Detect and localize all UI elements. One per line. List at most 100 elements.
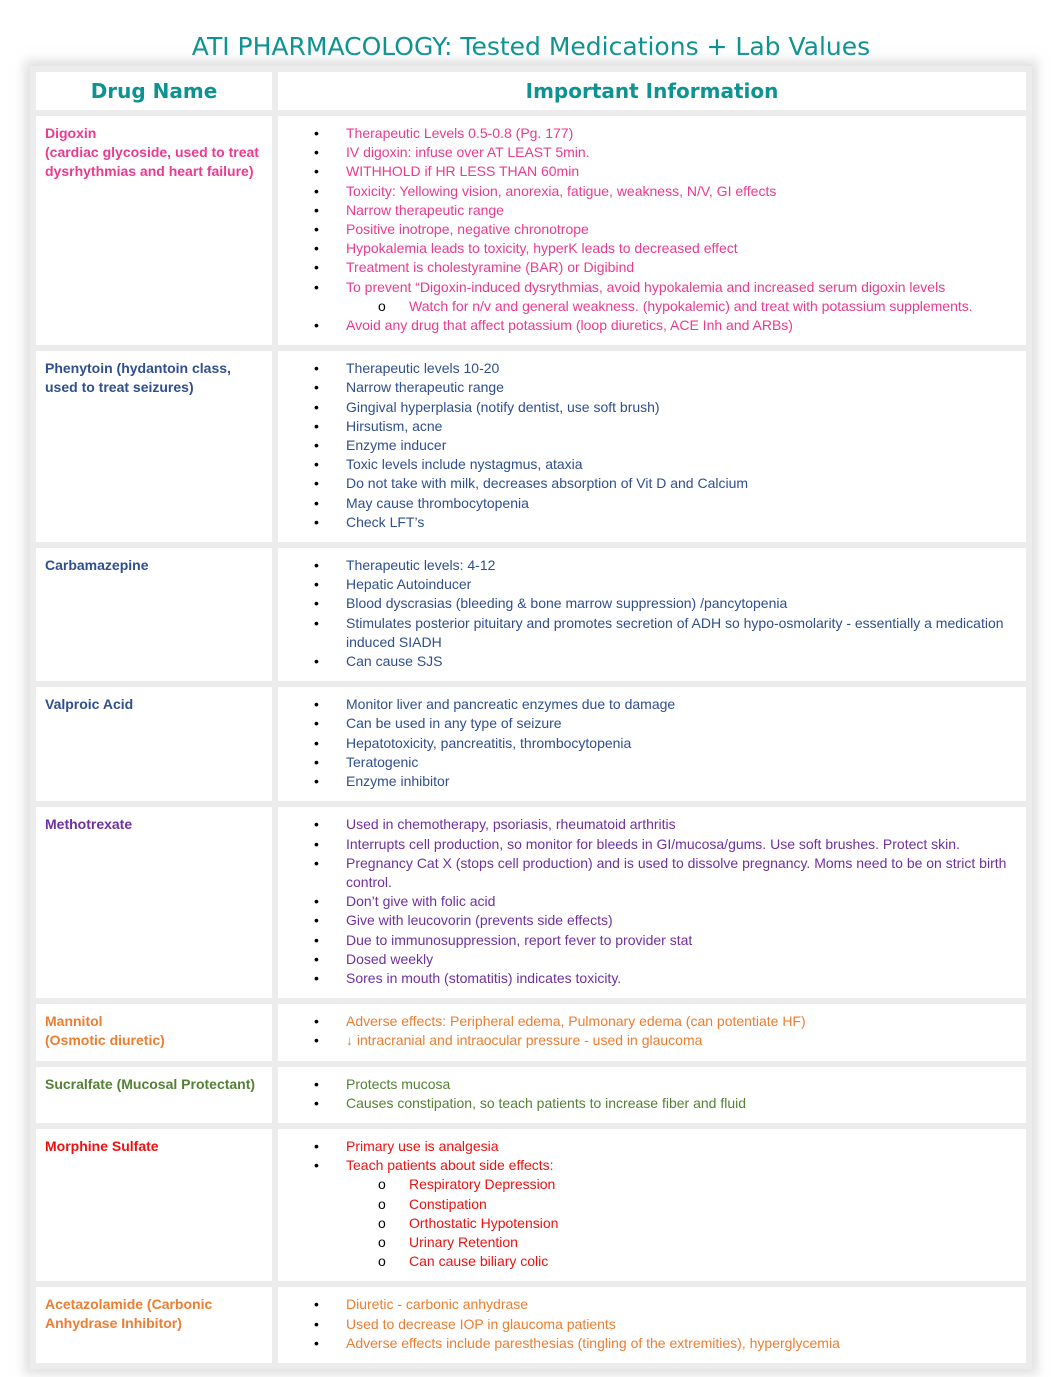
drug-name: Digoxin (45, 125, 97, 141)
drug-name: Sucralfate (Mucosal Protectant) (45, 1075, 256, 1092)
important-info-cell: Therapeutic levels 10-20Narrow therapeut… (272, 345, 1032, 549)
info-item: WITHHOLD if HR LESS THAN 60min (278, 162, 1018, 181)
info-item: Therapeutic levels: 4-12 (278, 556, 1018, 575)
info-item: Therapeutic Levels 0.5-0.8 (Pg. 177) (278, 124, 1018, 143)
info-subitem: Watch for n/v and general weakness. (hyp… (278, 297, 1018, 316)
drug-class: (cardiac glycoside, used to treat dysrhy… (45, 144, 259, 179)
info-list: Diuretic - carbonic anhydraseUsed to dec… (278, 1295, 1018, 1353)
info-item: Hirsutism, acne (278, 417, 1018, 436)
table-row-methotrexate: Methotrexate Used in chemotherapy, psoria… (30, 801, 1032, 1005)
info-item: ↓ intracranial and intraocular pressure … (278, 1031, 1018, 1050)
important-info-cell: Primary use is analgesiaTeach patients a… (272, 1122, 1032, 1288)
info-item: Hypokalemia leads to toxicity, hyperK le… (278, 239, 1018, 258)
drug-name-cell: Methotrexate (30, 801, 278, 1005)
info-subitem: Respiratory Depression (278, 1175, 1018, 1194)
info-item: Avoid any drug that affect potassium (lo… (278, 316, 1018, 335)
table-row-sucralfate: Sucralfate (Mucosal Protectant) Protects … (30, 1060, 1032, 1129)
info-subitem: Orthostatic Hypotension (278, 1214, 1018, 1233)
drug-name: Mannitol (45, 1013, 103, 1030)
drug-name: Morphine Sulfate (45, 1137, 159, 1154)
table-row-mannitol: Mannitol (Osmotic diuretic) Adverse effect… (30, 998, 1032, 1067)
info-item: IV digoxin: infuse over AT LEAST 5min. (278, 143, 1018, 162)
page-title: ATI PHARMACOLOGY: Tested Medications + L… (191, 32, 871, 61)
drug-name-cell: Mannitol (Osmotic diuretic) (30, 998, 278, 1067)
info-item: Blood dyscrasias (bleeding & bone marrow… (278, 594, 1018, 613)
drug-name: Valproic Acid (45, 696, 134, 713)
important-info-cell: Monitor liver and pancreatic enzymes due… (272, 681, 1032, 808)
info-item: Positive inotrope, negative chronotrope (278, 220, 1018, 239)
important-info-cell: Therapeutic levels: 4-12Hepatic Autoindu… (272, 542, 1032, 688)
info-item: Due to immunosuppression, report fever t… (278, 931, 1018, 950)
info-item: Pregnancy Cat X (stops cell production) … (278, 854, 1018, 892)
info-list: Adverse effects: Peripheral edema, Pulmo… (278, 1012, 1018, 1051)
table-body: Digoxin (cardiac glycoside, used to treat… (30, 109, 1032, 1369)
table-row-phenytoin: Phenytoin (hydantoin class, used to trea… (30, 345, 1032, 549)
info-item: Hepatic Autoinducer (278, 575, 1018, 594)
info-item: Used in chemotherapy, psoriasis, rheumat… (278, 815, 1018, 834)
info-item: Teach patients about side effects: (278, 1156, 1018, 1175)
info-list: Monitor liver and pancreatic enzymes due… (278, 695, 1018, 791)
drug-name-cell: Valproic Acid (30, 681, 278, 808)
info-item: Adverse effects include paresthesias (ti… (278, 1334, 1018, 1353)
important-info-cell: Adverse effects: Peripheral edema, Pulmo… (272, 998, 1032, 1067)
info-item: Enzyme inhibitor (278, 772, 1018, 791)
important-info-cell: Therapeutic Levels 0.5-0.8 (Pg. 177)IV d… (272, 109, 1032, 352)
info-item: Therapeutic levels 10-20 (278, 359, 1018, 378)
info-item: Do not take with milk, decreases absorpt… (278, 474, 1018, 493)
drug-name-cell: Sucralfate (Mucosal Protectant) (30, 1060, 278, 1129)
info-item: Check LFT’s (278, 513, 1018, 532)
drug-name: Methotrexate (45, 816, 133, 833)
table-row-digoxin: Digoxin (cardiac glycoside, used to treat… (30, 109, 1032, 352)
info-item: Toxic levels include nystagmus, ataxia (278, 455, 1018, 474)
info-item: Primary use is analgesia (278, 1137, 1018, 1156)
info-list: Used in chemotherapy, psoriasis, rheumat… (278, 815, 1018, 988)
info-item: Narrow therapeutic range (278, 378, 1018, 397)
drug-name-cell: Morphine Sulfate (30, 1122, 278, 1288)
info-item: Used to decrease IOP in glaucoma patient… (278, 1315, 1018, 1334)
drug-name-cell: Digoxin (cardiac glycoside, used to treat… (30, 109, 278, 352)
drug-name: Acetazolamide (Carbonic Anhydrase Inhibi… (45, 1296, 213, 1332)
drug-name-cell: Acetazolamide (Carbonic Anhydrase Inhibi… (30, 1281, 278, 1369)
drug-name: Carbamazepine (45, 557, 149, 574)
info-subitem: Can cause biliary colic (278, 1252, 1018, 1271)
info-item: Sores in mouth (stomatitis) indicates to… (278, 969, 1018, 988)
info-item: Enzyme inducer (278, 436, 1018, 455)
info-list: Therapeutic Levels 0.5-0.8 (Pg. 177)IV d… (278, 124, 1018, 335)
info-item: Give with leucovorin (prevents side effe… (278, 911, 1018, 930)
header-important-info: Important Information (272, 66, 1032, 116)
table-row-acetazolamide: Acetazolamide (Carbonic Anhydrase Inhibi… (30, 1281, 1032, 1369)
info-item: Dosed weekly (278, 950, 1018, 969)
table-row-morphine-sulfate: Morphine Sulfate Primary use is analgesia… (30, 1122, 1032, 1288)
info-subitem: Constipation (278, 1195, 1018, 1214)
drug-name: Phenytoin (hydantoin class, used to trea… (45, 360, 231, 396)
info-subitem: Urinary Retention (278, 1233, 1018, 1252)
drug-name-cell: Phenytoin (hydantoin class, used to trea… (30, 345, 278, 549)
info-item: May cause thrombocytopenia (278, 494, 1018, 513)
info-item: Can cause SJS (278, 652, 1018, 671)
table-row-carbamazepine: Carbamazepine Therapeutic levels: 4-12Hep… (30, 542, 1032, 688)
drug-name-cell: Carbamazepine (30, 542, 278, 688)
info-item: To prevent “Digoxin-induced dysrythmias,… (278, 278, 1018, 297)
info-item: Adverse effects: Peripheral edema, Pulmo… (278, 1012, 1018, 1031)
table-row-valproic-acid: Valproic Acid Monitor liver and pancreati… (30, 681, 1032, 808)
info-item: Toxicity: Yellowing vision, anorexia, fa… (278, 182, 1018, 201)
info-item: Stimulates posterior pituitary and promo… (278, 614, 1018, 652)
info-item: Causes constipation, so teach patients t… (278, 1094, 1018, 1113)
info-item: Don’t give with folic acid (278, 892, 1018, 911)
table-header-row: Drug Name Important Information (30, 66, 1032, 116)
medication-table: Drug Name Important Information Digoxin (… (30, 66, 1032, 1369)
info-list: Primary use is analgesiaTeach patients a… (278, 1137, 1018, 1272)
header-drug-name: Drug Name (30, 66, 278, 116)
important-info-cell: Protects mucosaCauses constipation, so t… (272, 1060, 1032, 1129)
important-info-cell: Used in chemotherapy, psoriasis, rheumat… (272, 801, 1032, 1005)
medication-table-container: Drug Name Important Information Digoxin (… (30, 66, 1032, 1369)
info-item: Gingival hyperplasia (notify dentist, us… (278, 398, 1018, 417)
important-info-cell: Diuretic - carbonic anhydraseUsed to dec… (272, 1281, 1032, 1369)
info-item: Protects mucosa (278, 1075, 1018, 1094)
info-list: Therapeutic levels 10-20Narrow therapeut… (278, 359, 1018, 532)
info-list: Protects mucosaCauses constipation, so t… (278, 1075, 1018, 1114)
info-item: Can be used in any type of seizure (278, 714, 1018, 733)
drug-class: (Osmotic diuretic) (45, 1032, 165, 1049)
info-item: Monitor liver and pancreatic enzymes due… (278, 695, 1018, 714)
info-list: Therapeutic levels: 4-12Hepatic Autoindu… (278, 556, 1018, 671)
